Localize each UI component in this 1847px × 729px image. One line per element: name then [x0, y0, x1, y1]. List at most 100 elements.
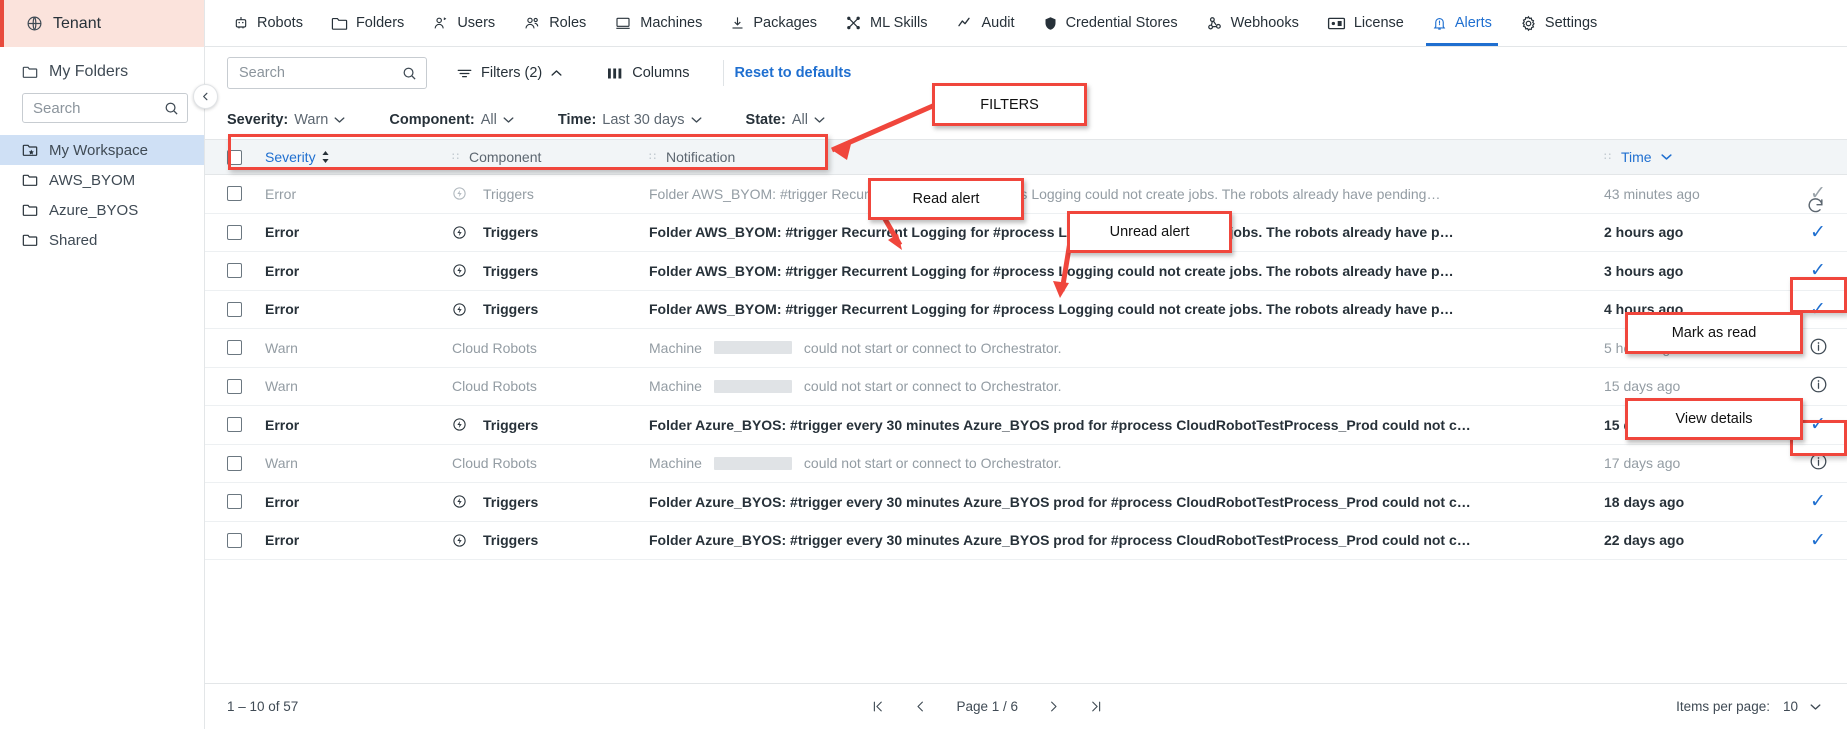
nav-item-webhooks[interactable]: Webhooks [1192, 0, 1313, 46]
row-checkbox[interactable] [227, 301, 242, 317]
columns-button[interactable]: Columns [592, 65, 705, 81]
nav-item-folders[interactable]: Folders [317, 0, 418, 46]
filter-time[interactable]: Time: Last 30 days [558, 112, 702, 128]
cell-component: Triggers [452, 301, 649, 317]
select-all-checkbox[interactable] [227, 149, 242, 165]
component-label: Triggers [483, 416, 539, 433]
row-checkbox[interactable] [227, 532, 242, 548]
sidebar-item-aws-byom[interactable]: AWS_BYOM [0, 165, 204, 195]
row-checkbox[interactable] [227, 340, 242, 356]
row-checkbox[interactable] [227, 186, 242, 202]
cell-notification: Machine could not start or connect to Or… [649, 340, 1604, 356]
row-checkbox[interactable] [227, 494, 242, 510]
view-details-icon[interactable] [1809, 337, 1828, 359]
first-page-button[interactable] [870, 699, 885, 714]
nav-item-audit[interactable]: Audit [942, 0, 1029, 46]
refresh-button[interactable] [1806, 196, 1825, 220]
table-row[interactable]: Error Triggers Folder Azure_BYOS: #trigg… [205, 483, 1847, 522]
sidebar-item-shared[interactable]: Shared [0, 225, 204, 255]
table-row[interactable]: Warn Cloud Robots Machine could not star… [205, 368, 1847, 406]
table-row[interactable]: Error Triggers Folder AWS_BYOM: #trigger… [205, 252, 1847, 291]
next-page-button[interactable] [1046, 699, 1061, 714]
row-checkbox[interactable] [227, 224, 242, 240]
annotation-filters: FILTERS [932, 83, 1087, 126]
cell-component: Cloud Robots [452, 378, 537, 395]
nav-item-robots[interactable]: Robots [219, 0, 317, 46]
chevron-down-icon [814, 116, 825, 124]
nav-item-alerts[interactable]: Alerts [1418, 0, 1506, 46]
gear-icon [1520, 15, 1537, 32]
mark-as-read-icon[interactable]: ✓ [1810, 300, 1826, 319]
column-resize-grip[interactable]: ∷ [452, 152, 460, 163]
nav-item-users[interactable]: Users [418, 0, 509, 46]
header-notification[interactable]: ∷ Notification [649, 149, 1604, 165]
search-icon [164, 101, 179, 116]
mark-as-read-icon[interactable]: ✓ [1810, 531, 1826, 550]
cell-severity: Warn [265, 378, 298, 395]
nav-item-credential-stores[interactable]: Credential Stores [1029, 0, 1192, 46]
prev-page-button[interactable] [913, 699, 928, 714]
header-component[interactable]: ∷ Component [452, 149, 649, 165]
nav-item-settings[interactable]: Settings [1506, 0, 1611, 46]
row-checkbox[interactable] [227, 417, 242, 433]
view-details-icon[interactable] [1809, 375, 1828, 397]
chevron-down-icon [1660, 153, 1672, 161]
filter-severity[interactable]: Severity: Warn [227, 112, 345, 128]
sidebar-item-my-workspace[interactable]: My Workspace [0, 135, 204, 165]
mark-as-read-icon[interactable]: ✓ [1810, 261, 1826, 280]
last-page-button[interactable] [1089, 699, 1104, 714]
nav-item-machines[interactable]: Machines [600, 0, 716, 46]
annotation-mark-as-read: Mark as read [1625, 312, 1803, 354]
table-row[interactable]: Warn Cloud Robots Machine could not star… [205, 445, 1847, 483]
table-row[interactable]: Error Triggers Folder AWS_BYOM: #trigger… [205, 214, 1847, 252]
sidebar-item-azure-byos[interactable]: Azure_BYOS [0, 195, 204, 225]
folder-icon [22, 65, 38, 79]
row-checkbox[interactable] [227, 263, 242, 279]
nav-item-license[interactable]: License [1313, 0, 1418, 46]
column-resize-grip[interactable]: ∷ [1604, 152, 1612, 163]
mark-as-read-icon[interactable]: ✓ [1810, 415, 1826, 434]
nav-label: ML Skills [870, 15, 928, 31]
nav-label: Robots [257, 15, 303, 31]
cell-severity: Warn [265, 339, 298, 356]
header-severity[interactable]: Severity [265, 149, 452, 165]
cell-severity: Warn [265, 455, 298, 472]
items-per-page-select[interactable]: 10 [1783, 699, 1821, 714]
top-navigation: Robots Folders Users Roles Machines Pack… [205, 0, 1847, 47]
cell-severity: Error [265, 493, 300, 510]
sidebar-search[interactable] [22, 93, 188, 123]
row-checkbox[interactable] [227, 378, 242, 394]
sidebar: Tenant My Folders Search My Workspace AW… [0, 0, 205, 729]
nav-item-packages[interactable]: Packages [716, 0, 831, 46]
mark-as-read-icon[interactable]: ✓ [1810, 492, 1826, 511]
view-details-icon[interactable] [1809, 452, 1828, 474]
table-row[interactable]: Error Triggers Folder AWS_BYOM: #trigger… [205, 291, 1847, 329]
header-time[interactable]: ∷ Time [1604, 149, 1789, 165]
search-input[interactable] [239, 65, 402, 81]
cell-notification: Machine could not start or connect to Or… [649, 455, 1604, 471]
table-row[interactable]: Warn Cloud Robots Machine could not star… [205, 329, 1847, 368]
sidebar-search-input[interactable] [33, 99, 164, 117]
cell-component: Cloud Robots [452, 455, 537, 472]
column-resize-grip[interactable]: ∷ [649, 152, 657, 163]
search-box[interactable] [227, 57, 427, 89]
filter-component[interactable]: Component: All [389, 112, 514, 128]
filters-button[interactable]: Filters (2) [441, 65, 578, 81]
nav-item-roles[interactable]: Roles [509, 0, 600, 46]
reset-to-defaults-link[interactable]: Reset to defaults [734, 65, 851, 81]
table-row[interactable]: Error Triggers Folder AWS_BYOM: #trigger… [205, 175, 1847, 214]
mark-as-read-icon[interactable]: ✓ [1810, 223, 1826, 242]
cell-notification: Folder Azure_BYOS: #trigger every 30 min… [649, 493, 1471, 510]
cell-notification: Folder Azure_BYOS: #trigger every 30 min… [649, 532, 1471, 549]
filter-state[interactable]: State: All [746, 112, 825, 128]
table-row[interactable]: Error Triggers Folder Azure_BYOS: #trigg… [205, 406, 1847, 445]
alerts-page: Tenant My Folders Search My Workspace AW… [0, 0, 1847, 729]
nav-item-ml-skills[interactable]: ML Skills [831, 0, 941, 46]
table-row[interactable]: Error Triggers Folder Azure_BYOS: #trigg… [205, 522, 1847, 560]
notification-suffix: could not start or connect to Orchestrat… [803, 339, 1062, 356]
filter-value: Warn [294, 112, 329, 128]
chevron-up-icon [551, 69, 562, 77]
sidebar-collapse-button[interactable] [193, 84, 218, 109]
tenant-selector[interactable]: Tenant [0, 0, 204, 47]
row-checkbox[interactable] [227, 455, 242, 471]
